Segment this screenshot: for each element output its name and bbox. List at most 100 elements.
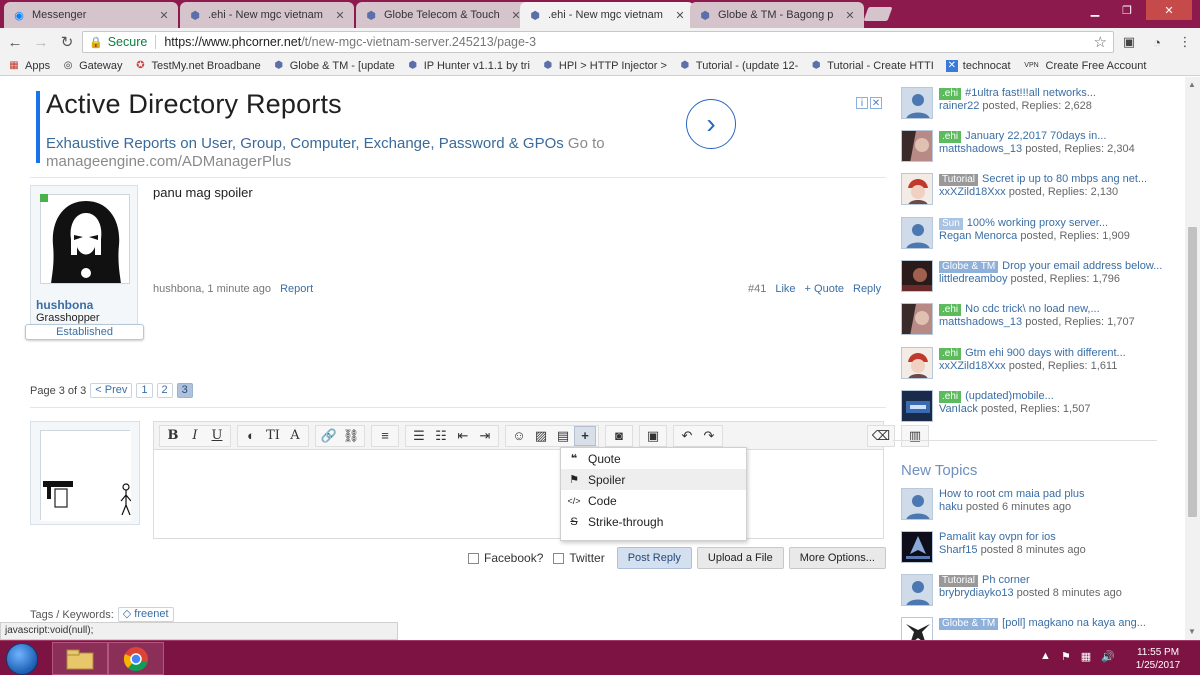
tab-messenger[interactable]: ◉ Messenger ✕ [4, 2, 178, 28]
advertisement[interactable]: Active Directory Reports Exhaustive Repo… [36, 89, 884, 170]
font-size-icon[interactable]: TI [262, 426, 284, 446]
dropdown-item-strike[interactable]: S Strike-through [561, 511, 746, 532]
volume-icon[interactable]: 🔊 [1101, 650, 1115, 663]
tab-ehi-1[interactable]: ⬢ .ehi - New mgc vietnam ✕ [180, 2, 354, 28]
avatar[interactable] [40, 430, 132, 521]
avatar[interactable] [901, 130, 933, 162]
avatar[interactable] [901, 488, 933, 520]
close-window-icon[interactable]: ✕ [1146, 0, 1192, 20]
twitter-checkbox[interactable] [553, 552, 565, 564]
avatar[interactable] [901, 390, 933, 422]
scroll-down-icon[interactable]: ▼ [1188, 627, 1196, 636]
bookmark-testmy[interactable]: ✪ TestMy.net Broadbane [135, 60, 260, 72]
link-icon[interactable]: 🔗 [318, 426, 340, 446]
back-icon[interactable]: ← [2, 30, 28, 54]
avatar[interactable] [901, 217, 933, 249]
dropdown-item-spoiler[interactable]: ⚑ Spoiler [561, 469, 746, 490]
bookmark-technocat[interactable]: ✕ technocat [945, 59, 1011, 72]
close-icon[interactable]: ✕ [158, 9, 170, 22]
reply-link[interactable]: Reply [853, 283, 881, 295]
bookmark-globe-tm[interactable]: ⬢ Globe & TM - [update [273, 60, 394, 72]
indent-icon[interactable]: ⇥ [474, 426, 496, 446]
avatar[interactable] [901, 347, 933, 379]
bookmark-hpi[interactable]: ⬢ HPI > HTTP Injector > [542, 60, 667, 72]
address-bar[interactable]: 🔒 Secure https://www.phcorner.net/t/new-… [82, 31, 1114, 53]
color-icon[interactable]: ◐ [240, 426, 262, 446]
undo-icon[interactable]: ↶ [676, 426, 698, 446]
bookmark-tutorial-create[interactable]: ⬢ Tutorial - Create HTTI [810, 60, 934, 72]
new-topics-heading[interactable]: New Topics [901, 462, 977, 479]
bookmark-create-free-account[interactable]: VPN Create Free Account [1023, 60, 1146, 72]
tag-freenet[interactable]: ◇ freenet [117, 607, 174, 622]
scroll-up-icon[interactable]: ▲ [1188, 80, 1196, 89]
bookmark-gateway[interactable]: ◎ Gateway [62, 60, 123, 72]
new-tab-button[interactable] [863, 7, 893, 21]
bookmark-tutorial-update[interactable]: ⬢ Tutorial - (update 12- [679, 60, 799, 72]
more-options-button[interactable]: More Options... [788, 547, 886, 569]
forward-icon[interactable]: → [28, 30, 54, 54]
file-explorer-icon[interactable] [52, 642, 108, 675]
bookmark-star-icon[interactable]: ☆ [1094, 33, 1107, 51]
scrollbar-thumb[interactable] [1188, 227, 1197, 517]
reply-editor[interactable] [153, 449, 884, 539]
avatar[interactable] [40, 194, 130, 284]
username[interactable]: hushbona [36, 298, 93, 312]
avatar[interactable] [901, 531, 933, 563]
minimize-icon[interactable]: ▁ [1080, 0, 1110, 20]
close-icon[interactable]: ✕ [844, 9, 856, 22]
align-icon[interactable]: ≡ [374, 426, 396, 446]
save-draft-icon[interactable]: ▣ [642, 426, 664, 446]
bold-icon[interactable]: B [162, 426, 184, 446]
reload-icon[interactable]: ↻ [54, 30, 80, 54]
camera-icon[interactable]: ◙ [608, 426, 630, 446]
bullet-list-icon[interactable]: ☰ [408, 426, 430, 446]
show-hidden-icon[interactable]: ▲ [1040, 650, 1051, 663]
restore-icon[interactable]: ❐ [1112, 0, 1142, 20]
bookmark-apps[interactable]: ▦ Apps [8, 60, 50, 72]
avatar[interactable] [901, 260, 933, 292]
close-icon[interactable]: ✕ [870, 97, 882, 109]
insert-plus-icon[interactable]: + [574, 425, 596, 446]
like-link[interactable]: Like [775, 283, 795, 295]
bookmark-ip-hunter[interactable]: ⬢ IP Hunter v1.1.1 by tri [407, 60, 530, 72]
prev-page-button[interactable]: < Prev [90, 383, 133, 398]
eraser-icon[interactable]: ⌫ [870, 426, 892, 446]
network-icon[interactable]: ▦ [1081, 650, 1091, 663]
smiley-icon[interactable]: ☺ [508, 426, 530, 446]
ad-title[interactable]: Active Directory Reports [46, 89, 342, 120]
image-icon[interactable]: ▨ [530, 426, 552, 446]
page-3-button[interactable]: 3 [176, 383, 193, 398]
tab-ehi-active[interactable]: ⬢ .ehi - New mgc vietnam ✕ [520, 2, 694, 28]
clock[interactable]: 11:55 PM 1/25/2017 [1128, 646, 1188, 672]
ad-arrow-icon[interactable]: › [686, 99, 736, 149]
outdent-icon[interactable]: ⇤ [452, 426, 474, 446]
tab-globe-tm[interactable]: ⬢ Globe & TM - Bagong p ✕ [690, 2, 864, 28]
avatar[interactable] [901, 617, 933, 640]
upload-file-button[interactable]: Upload a File [696, 547, 784, 569]
facebook-checkbox[interactable] [468, 552, 479, 564]
post-number-link[interactable]: #41 [748, 283, 766, 295]
media-icon[interactable]: ▤ [552, 426, 574, 446]
extension-icon[interactable]: ▣ [1120, 33, 1138, 51]
page-scrollbar[interactable]: ▲ ▼ [1185, 77, 1200, 640]
underline-icon[interactable]: U [206, 426, 228, 446]
avatar[interactable] [901, 173, 933, 205]
numbered-list-icon[interactable]: ☷ [430, 426, 452, 446]
report-link[interactable]: Report [280, 283, 313, 295]
avatar[interactable] [901, 87, 933, 119]
avatar[interactable] [901, 574, 933, 606]
dropdown-item-quote[interactable]: ❝ Quote [561, 448, 746, 469]
post-reply-button[interactable]: Post Reply [616, 547, 692, 569]
speed-icon[interactable]: ◔ [1148, 33, 1166, 51]
close-icon[interactable]: ✕ [334, 9, 346, 22]
info-icon[interactable]: i [856, 97, 868, 109]
unlink-icon[interactable]: ⛓ [340, 426, 362, 446]
flag-icon[interactable]: ⚑ [1061, 650, 1071, 663]
start-button[interactable] [6, 643, 38, 675]
page-2-button[interactable]: 2 [156, 383, 173, 398]
font-family-icon[interactable]: A [284, 426, 306, 446]
dropdown-item-code[interactable]: </> Code [561, 490, 746, 511]
ad-choices[interactable]: i ✕ [856, 97, 882, 109]
redo-icon[interactable]: ↷ [698, 426, 720, 446]
close-icon[interactable]: ✕ [674, 9, 686, 22]
